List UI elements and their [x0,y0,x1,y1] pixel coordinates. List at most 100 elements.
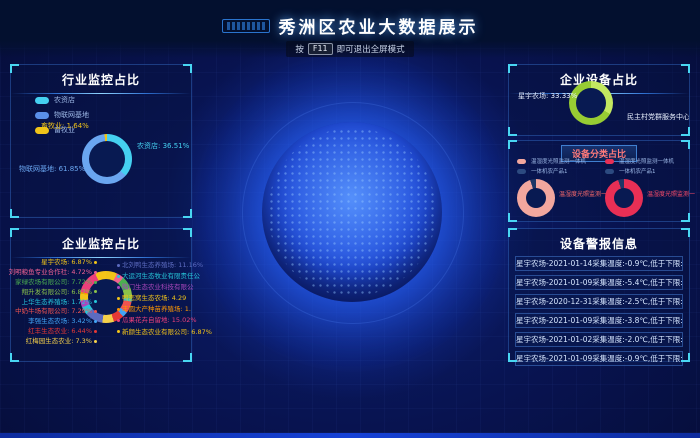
label-dot [117,286,120,289]
device-donut-right[interactable] [605,179,643,217]
equipment-donut-chart[interactable] [569,81,613,125]
series-label: 星宇农场: 6.87% [41,259,97,266]
alarm-row: 星宇农场-2020-12-31采集温度:-2.5℃,低于下限:0℃ [515,294,683,309]
label-dot [117,319,120,322]
industry-donut-chart[interactable] [82,134,132,184]
series-label: 北刘鸭生态养殖场: 11.16% [117,262,203,269]
alarm-row: 星宇农场-2021-01-09采集温度:-3.8℃,低于下限:0℃ [515,313,683,328]
label-dot [94,300,97,303]
series-label: 鸭恋窝生态农场: 4.29 [117,295,186,302]
alarm-row: 星宇农场-2021-01-09采集温度:-5.4℃,低于下限:0℃ [515,275,683,290]
series-label: 温湿度光照监测一 [647,189,695,198]
legend-swatch [517,169,526,174]
label-dot [117,297,120,300]
legend-item[interactable]: 物联网基地 [35,110,89,120]
legend-item[interactable]: 一体机农产品1 [605,167,674,175]
series-label: 中奶牛场有限公司: 7.29% [15,308,97,315]
label-dot [117,264,120,267]
panel-equipment-ratio: 企业设备占比 星宇农场: 33.33% 民主村党群服务中心: [508,64,690,136]
title-divider [11,93,191,94]
footer-bar [0,433,700,438]
donut-hole [576,88,606,118]
label-dot [94,340,97,343]
corner-accent [183,353,192,362]
legend-item[interactable]: 温湿度光照监测一体机 [517,157,586,165]
label-dot [94,290,97,293]
series-label: 家绿农场有限公司: 7.72% [15,279,97,286]
series-label: 红丰生态农业: 6.44% [28,328,97,335]
alarm-row: 星宇农场-2021-01-14采集温度:-0.9℃,低于下限:0℃ [515,256,683,271]
title-divider [11,257,191,258]
device-class-chart-left: 温湿度光照监测一体机一体机农产品1 温湿度光照监测一 [513,157,599,219]
series-label: 刘明粮鱼专业合作社: 4.72% [9,269,97,276]
legend-swatch [605,159,614,164]
series-label: 新颜生态农业有限公司: 6.87% [117,329,212,336]
corner-accent [508,127,517,136]
enterprise-labels-left: 星宇农场: 6.87%刘明粮鱼专业合作社: 4.72%家绿农场有限公司: 7.7… [13,259,97,348]
legend-swatch [605,169,614,174]
industry-legend: 农资店物联网基地畜牧业 [35,95,89,140]
label-dot [117,275,120,278]
hint-prefix: 按 [295,43,304,55]
series-label: 民主村党群服务中心: [627,112,689,122]
legend-swatch [35,97,49,104]
label-dot [94,310,97,313]
donut-hole [89,141,125,177]
dashboard: { "header": { "title": "秀洲区农业大数据展示", "fu… [0,0,700,438]
panel-industry-monitor: 行业监控占比 农资店物联网基地畜牧业 畜牧业: 1.64% 农资店: 36.51… [10,64,192,218]
series-label: 李强生态农场: 3.42% [28,318,97,325]
corner-accent [508,140,517,149]
series-label: 温湿度光照监测一 [559,189,607,198]
legend-label: 农资店 [54,95,75,105]
globe-visualization[interactable] [262,122,442,302]
enterprise-labels-right: 北刘鸭生态养殖场: 11.16%大运河生态牧业有限责任公陶门生态农业科技有限公鸭… [117,262,193,340]
alarm-row: 星宇农场-2021-01-09采集温度:-0.9℃,低于下限:0℃ [515,351,683,366]
panel-title: 行业监控占比 [11,65,191,88]
device-donut-left[interactable] [517,179,555,217]
device-legend-left: 温湿度光照监测一体机一体机农产品1 [517,157,586,177]
legend-item[interactable]: 农资店 [35,95,89,105]
donut-hole [614,188,634,208]
corner-accent [10,353,19,362]
legend-swatch [517,159,526,164]
legend-item[interactable]: 温湿度光照监测一体机 [605,157,674,165]
legend-label: 一体机农产品1 [619,167,656,175]
series-label: 上华生态养殖场: 1.72% [22,299,97,306]
corner-accent [681,140,690,149]
series-label: 红梅园生态农业: 7.3% [26,338,97,345]
brand-logo [222,19,270,33]
panel-title: 设备警报信息 [509,229,689,252]
label-dot [94,320,97,323]
legend-label: 物联网基地 [54,110,89,120]
series-label: 丰圆大产种苗养殖场: 1. [117,306,191,313]
device-legend-right: 温湿度光照监测一体机一体机农产品1 [605,157,674,177]
alarm-list: 星宇农场-2021-01-14采集温度:-0.9℃,低于下限:0℃ 星宇农场-20… [509,252,689,366]
label-dot [117,308,120,311]
series-label: 大运河生态牧业有限责任公 [117,273,200,280]
series-label: 物联网基地: 61.85% [19,164,85,174]
series-label: 畜牧业: 1.64% [41,121,89,131]
panel-enterprise-monitor: 企业监控占比 星宇农场: 6.87%刘明粮鱼专业合作社: 4.72%家绿农场有限… [10,228,192,362]
legend-label: 温湿度光照监测一体机 [531,157,586,165]
legend-label: 温湿度光照监测一体机 [619,157,674,165]
panel-device-classification: 设备分类占比 温湿度光照监测一体机一体机农产品1 温湿度光照监测一 温湿度光照监… [508,140,690,222]
series-label: 星宇农场: 33.33% [518,91,577,101]
series-label: 农资店: 36.51% [137,141,189,151]
page-title: 秀洲区农业大数据展示 [279,13,479,38]
legend-item[interactable]: 一体机农产品1 [517,167,586,175]
header: 秀洲区农业大数据展示 按 F11 即可退出全屏模式 [0,0,700,58]
legend-label: 一体机农产品1 [531,167,568,175]
corner-accent [10,209,19,218]
label-dot [94,330,97,333]
series-label: 瓜果花卉自留地: 15.02% [117,317,197,324]
legend-swatch [35,112,49,119]
label-dot [94,281,97,284]
label-dot [117,330,120,333]
alarm-row: 星宇农场-2021-01-02采集温度:-2.0℃,低于下限:0℃ [515,332,683,347]
series-label: 陶门生态农业科技有限公 [117,284,194,291]
panel-device-alarms: 设备警报信息 星宇农场-2021-01-14采集温度:-0.9℃,低于下限:0℃… [508,228,690,362]
corner-accent [183,209,192,218]
device-class-chart-right: 温湿度光照监测一体机一体机农产品1 温湿度光照监测一 [601,157,687,219]
donut-hole [526,188,546,208]
panel-title: 企业监控占比 [11,229,191,252]
